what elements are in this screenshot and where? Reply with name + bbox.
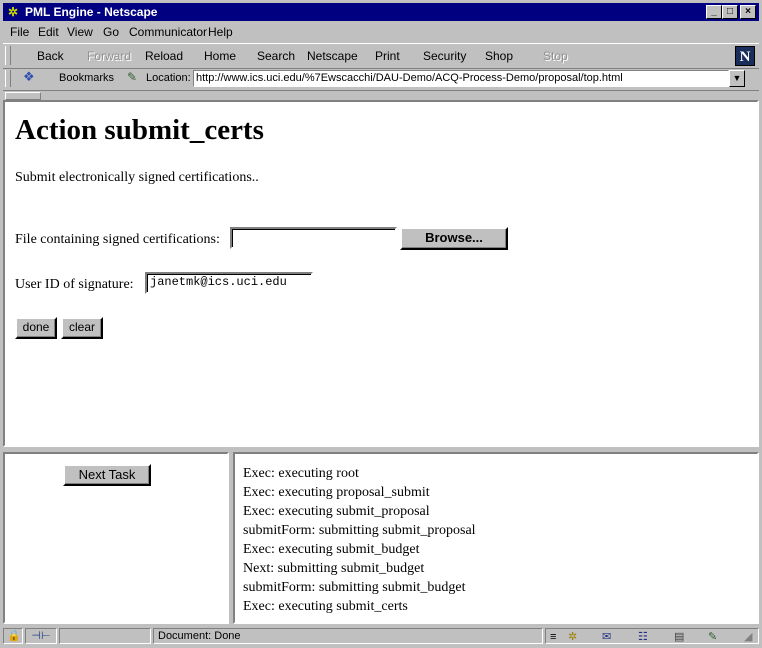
menu-edit[interactable]: Edit bbox=[38, 25, 59, 39]
title-bar[interactable]: ✲ PML Engine - Netscape _ □ × bbox=[3, 3, 759, 21]
log-line: Exec: executing submit_budget bbox=[243, 542, 420, 557]
location-icon[interactable]: ✎ bbox=[127, 70, 137, 84]
stop-button: Stop bbox=[543, 49, 568, 63]
location-grip[interactable] bbox=[5, 70, 11, 87]
navigator-icon[interactable]: ✲ bbox=[568, 630, 577, 644]
progress-bar bbox=[59, 628, 151, 644]
status-text: Document: Done bbox=[153, 628, 543, 644]
menu-help[interactable]: Help bbox=[208, 25, 233, 39]
menu-view[interactable]: View bbox=[67, 25, 93, 39]
menu-file[interactable]: File bbox=[10, 25, 29, 39]
security-lock-icon[interactable]: 🔒 bbox=[3, 628, 23, 644]
component-bar: ≡ ✲ ✉ ☷ ▤ ✎ ◢ bbox=[545, 628, 759, 644]
resize-grip-icon[interactable]: ◢ bbox=[744, 630, 752, 644]
reload-button[interactable]: Reload bbox=[145, 49, 183, 63]
composer-icon[interactable]: ▤ bbox=[674, 630, 684, 644]
security-button[interactable]: Security bbox=[423, 49, 466, 63]
log-line: Exec: executing submit_proposal bbox=[243, 504, 430, 519]
window-title: PML Engine - Netscape bbox=[25, 5, 158, 19]
minimize-button[interactable]: _ bbox=[706, 5, 722, 19]
toolbar-grip[interactable] bbox=[5, 46, 11, 65]
bookmarks-button[interactable]: Bookmarks bbox=[59, 72, 114, 84]
menu-go[interactable]: Go bbox=[103, 25, 119, 39]
discussions-icon[interactable]: ☷ bbox=[638, 630, 648, 644]
certifications-file-input[interactable] bbox=[230, 227, 397, 249]
execution-log: Exec: executing root Exec: executing pro… bbox=[243, 464, 476, 616]
task-frame: Next Task bbox=[3, 452, 229, 624]
userid-input[interactable]: janetmk@ics.uci.edu bbox=[145, 272, 313, 294]
action-description: Submit electronically signed certificati… bbox=[15, 170, 259, 185]
browse-button[interactable]: Browse... bbox=[400, 227, 508, 250]
log-line: Exec: executing proposal_submit bbox=[243, 485, 430, 500]
edit-page-icon[interactable]: ✎ bbox=[708, 630, 717, 644]
mail-icon[interactable]: ✉ bbox=[602, 630, 611, 644]
file-field-label: File containing signed certifications: bbox=[15, 232, 220, 247]
print-button[interactable]: Print bbox=[375, 49, 400, 63]
netscape-app-icon: ✲ bbox=[7, 5, 19, 19]
menu-communicator[interactable]: Communicator bbox=[129, 25, 207, 39]
forward-button: Forward bbox=[87, 49, 132, 63]
url-dropdown-arrow-icon[interactable]: ▼ bbox=[729, 70, 745, 87]
menu-bar: File Edit View Go Communicator Help bbox=[3, 22, 759, 42]
clear-button[interactable]: clear bbox=[61, 317, 103, 339]
userid-field-label: User ID of signature: bbox=[15, 277, 134, 292]
netscape-button[interactable]: Netscape bbox=[307, 49, 358, 63]
bookmarks-icon[interactable]: ❖ bbox=[23, 69, 35, 85]
back-button[interactable]: Back bbox=[37, 49, 64, 63]
toolbar-tab-handle[interactable] bbox=[5, 92, 41, 100]
status-bar: 🔒 ⊣⊢ Document: Done ≡ ✲ ✉ ☷ ▤ ✎ ◢ bbox=[3, 627, 759, 645]
top-frame: Action submit_certs Submit electronicall… bbox=[3, 100, 759, 447]
log-frame: Exec: executing root Exec: executing pro… bbox=[233, 452, 759, 624]
log-line: Next: submitting submit_budget bbox=[243, 561, 425, 576]
next-task-button[interactable]: Next Task bbox=[63, 464, 151, 486]
location-toolbar: ❖ Bookmarks ✎ Location: http://www.ics.u… bbox=[3, 68, 759, 91]
search-button[interactable]: Search bbox=[257, 49, 295, 63]
page-title: Action submit_certs bbox=[15, 114, 264, 146]
done-button[interactable]: done bbox=[15, 317, 57, 339]
close-button[interactable]: × bbox=[740, 5, 756, 19]
browser-window: ✲ PML Engine - Netscape _ □ × File Edit … bbox=[0, 0, 762, 648]
log-line: Exec: executing root bbox=[243, 466, 359, 481]
home-button[interactable]: Home bbox=[204, 49, 236, 63]
connection-plug-icon[interactable]: ⊣⊢ bbox=[25, 628, 57, 644]
log-line: submitForm: submitting submit_proposal bbox=[243, 523, 476, 538]
location-label: Location: bbox=[146, 72, 191, 84]
maximize-button[interactable]: □ bbox=[722, 5, 738, 19]
component-bar-grip-icon[interactable]: ≡ bbox=[550, 630, 556, 644]
netscape-logo-icon[interactable]: N bbox=[735, 46, 755, 66]
log-line: submitForm: submitting submit_budget bbox=[243, 580, 466, 595]
shop-button[interactable]: Shop bbox=[485, 49, 513, 63]
log-line: Exec: executing submit_certs bbox=[243, 599, 408, 614]
url-input[interactable]: http://www.ics.uci.edu/%7Ewscacchi/DAU-D… bbox=[193, 70, 729, 87]
toolbar-collapse-strip bbox=[3, 91, 759, 100]
navigation-toolbar: Back Forward Reload Home Search Netscape… bbox=[3, 43, 759, 69]
